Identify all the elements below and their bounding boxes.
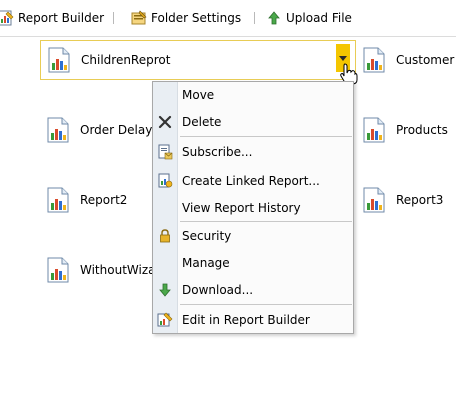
- report-name[interactable]: Customer C: [396, 52, 456, 68]
- subscribe-icon: [157, 144, 173, 160]
- folder-settings-button[interactable]: Folder Settings: [131, 8, 241, 28]
- chevron-down-icon: [339, 55, 347, 61]
- report-name[interactable]: ChildrenReprot: [81, 52, 170, 68]
- report-icon: [44, 255, 74, 285]
- report-icon: [360, 115, 390, 145]
- delete-x-icon: [157, 114, 173, 130]
- menu-item-label: Manage: [182, 256, 230, 270]
- linked-report-icon: [157, 173, 173, 189]
- menu-item-download[interactable]: Download...: [153, 279, 353, 301]
- download-arrow-icon: [157, 282, 173, 298]
- menu-item-label: Delete: [182, 115, 222, 129]
- report-icon: [360, 185, 390, 215]
- report-builder-label: Report Builder: [18, 11, 105, 25]
- report-name[interactable]: Products: [396, 122, 448, 138]
- report-icon: [360, 45, 390, 75]
- report-manager-view: Report Builder Folder Settings Upload Fi…: [0, 0, 456, 404]
- menu-separator: [180, 221, 352, 222]
- report-context-menu: Move Delete Subscribe... Create Linked R…: [152, 81, 354, 334]
- menu-item-label: Subscribe...: [182, 145, 253, 159]
- report-tile-products[interactable]: Products: [360, 114, 448, 146]
- report-tile-childrenreprot[interactable]: ChildrenReprot: [40, 40, 356, 80]
- report-name[interactable]: Report2: [80, 192, 127, 208]
- menu-item-create-linked-report[interactable]: Create Linked Report...: [153, 170, 353, 192]
- report-builder-button[interactable]: Report Builder: [0, 8, 104, 28]
- menu-item-label: Create Linked Report...: [182, 174, 320, 188]
- upload-file-button[interactable]: Upload File: [266, 8, 352, 28]
- report-tile-customer[interactable]: Customer C: [360, 44, 456, 76]
- report-tile-report2[interactable]: Report2: [44, 184, 127, 216]
- report-tile-order-delays[interactable]: Order Delays: [44, 114, 159, 146]
- menu-item-label: View Report History: [182, 201, 301, 215]
- menu-item-label: Security: [182, 229, 232, 243]
- report-tile-withoutwiza[interactable]: WithoutWiza: [44, 254, 156, 286]
- report-name[interactable]: Order Delays: [80, 122, 159, 138]
- folder-settings-label: Folder Settings: [151, 11, 242, 25]
- report-icon: [44, 115, 74, 145]
- edit-report-icon: [157, 312, 173, 328]
- menu-item-label: Move: [182, 88, 215, 102]
- report-icon: [44, 185, 74, 215]
- report-builder-icon: [0, 10, 14, 26]
- upload-icon: [266, 10, 282, 26]
- menu-item-label: Edit in Report Builder: [182, 313, 310, 327]
- report-tile-report3[interactable]: Report3: [360, 184, 443, 216]
- menu-item-manage[interactable]: Manage: [153, 252, 353, 274]
- menu-separator: [180, 304, 352, 305]
- menu-item-view-report-history[interactable]: View Report History: [153, 197, 353, 219]
- menu-item-move[interactable]: Move: [153, 84, 353, 106]
- toolbar-separator: [113, 12, 114, 24]
- menu-separator: [180, 136, 352, 137]
- menu-item-subscribe[interactable]: Subscribe...: [153, 141, 353, 163]
- report-icon: [45, 45, 75, 75]
- toolbar-separator: [254, 12, 255, 24]
- report-name[interactable]: Report3: [396, 192, 443, 208]
- report-name[interactable]: WithoutWiza: [80, 262, 156, 278]
- upload-file-label: Upload File: [286, 11, 352, 25]
- menu-item-edit-in-report-builder[interactable]: Edit in Report Builder: [153, 309, 353, 331]
- menu-item-label: Download...: [182, 283, 254, 297]
- folder-settings-icon: [131, 10, 147, 26]
- toolbar: Report Builder Folder Settings Upload Fi…: [0, 0, 456, 37]
- menu-item-security[interactable]: Security: [153, 225, 353, 247]
- menu-item-delete[interactable]: Delete: [153, 111, 353, 133]
- lock-icon: [157, 228, 173, 244]
